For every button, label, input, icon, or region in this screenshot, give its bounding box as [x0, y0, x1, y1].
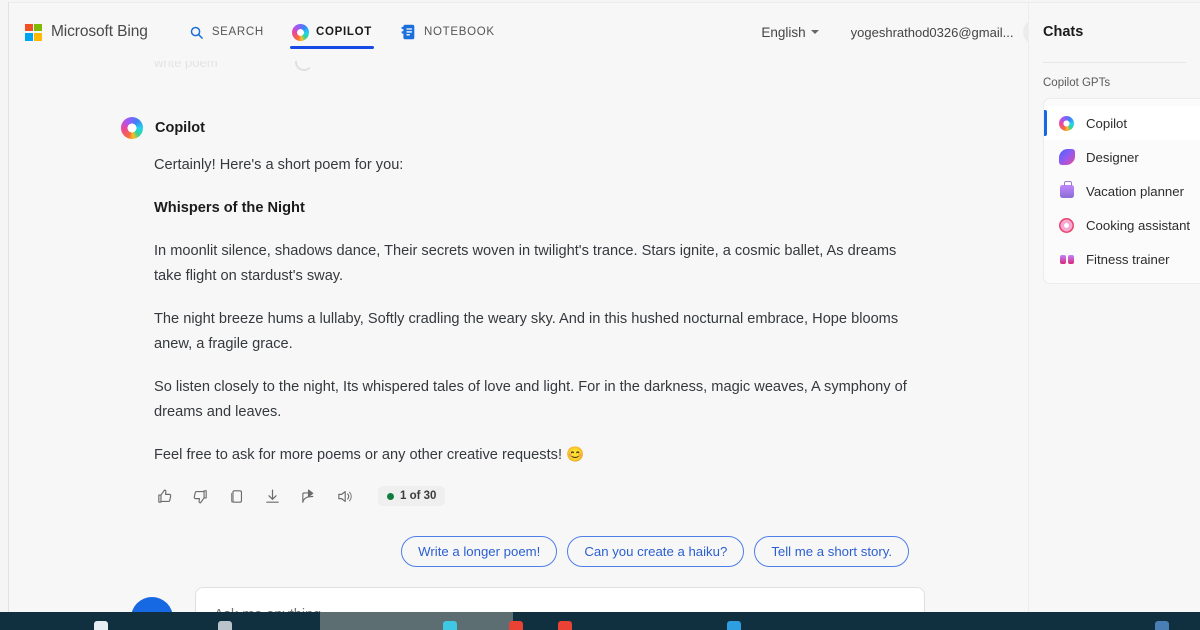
brand-label: Microsoft Bing — [51, 23, 148, 40]
account-email[interactable]: yogeshrathod0326@gmail... — [851, 25, 1014, 40]
right-sidebar: Chats Copilot GPTs Copilot Designer Vaca… — [1028, 3, 1200, 612]
tab-search-label: SEARCH — [211, 26, 264, 38]
taskbar-icon[interactable] — [509, 621, 523, 630]
chevron-down-icon — [810, 30, 819, 34]
message-author: Copilot — [155, 120, 205, 136]
sidebar-item-cooking-assistant[interactable]: Cooking assistant — [1044, 208, 1200, 242]
os-taskbar[interactable] — [0, 612, 1200, 630]
message-paragraph: Certainly! Here's a short poem for you: — [154, 157, 404, 173]
language-label: English — [761, 24, 806, 40]
notebook-icon — [400, 24, 417, 41]
sidebar-item-designer[interactable]: Designer — [1044, 140, 1200, 174]
tab-notebook[interactable]: NOTEBOOK — [386, 3, 509, 61]
nav-tabs: SEARCH COPILOT NOTEBOOK — [174, 3, 509, 61]
taskbar-icon[interactable] — [443, 621, 457, 630]
copilot-icon — [291, 23, 309, 41]
turn-counter-label: 1 of 30 — [400, 490, 437, 502]
tab-notebook-label: NOTEBOOK — [423, 26, 495, 38]
sidebar-item-label: Vacation planner — [1086, 183, 1184, 199]
microsoft-logo-icon — [25, 23, 42, 41]
sidebar-item-fitness-trainer[interactable]: Fitness trainer — [1044, 242, 1200, 276]
suggestion-chip-1[interactable]: Write a longer poem! — [401, 536, 558, 567]
tab-copilot-label: COPILOT — [315, 26, 372, 38]
assistant-message: Copilot Certainly! Here's a short poem f… — [9, 117, 1029, 506]
screen: Microsoft Bing SEARCH COPILOT NOTEBOOK E… — [0, 0, 1200, 630]
share-icon[interactable] — [298, 486, 318, 506]
tab-copilot[interactable]: COPILOT — [278, 3, 386, 61]
taskbar-icon[interactable] — [1155, 621, 1169, 630]
bing-brand[interactable]: Microsoft Bing — [25, 23, 148, 41]
message-paragraph: Feel free to ask for more poems or any o… — [154, 447, 585, 463]
turn-counter-badge[interactable]: 1 of 30 — [378, 486, 446, 506]
speaker-icon[interactable] — [334, 486, 354, 506]
donut-icon — [1058, 217, 1075, 234]
sidebar-section-label: Copilot GPTs — [1043, 77, 1111, 89]
new-topic-icon[interactable] — [131, 597, 173, 612]
fitness-icon — [1058, 251, 1075, 268]
poem-title: Whispers of the Night — [154, 200, 305, 216]
sidebar-title: Chats — [1043, 24, 1084, 40]
message-paragraph: The night breeze hums a lullaby, Softly … — [154, 311, 899, 352]
taskbar-icon[interactable] — [727, 621, 741, 630]
app-header: Microsoft Bing SEARCH COPILOT NOTEBOOK E… — [9, 3, 1200, 61]
scrollback-faded-text: write poem — [154, 61, 218, 70]
message-paragraph: So listen closely to the night, Its whis… — [154, 379, 907, 420]
chat-input-box[interactable]: Ask me anything... — [195, 587, 925, 612]
taskbar-icon[interactable] — [218, 621, 232, 630]
sidebar-item-vacation-planner[interactable]: Vacation planner — [1044, 174, 1200, 208]
sidebar-item-label: Fitness trainer — [1086, 251, 1170, 267]
sidebar-divider — [1043, 62, 1186, 63]
designer-icon — [1058, 149, 1075, 166]
thumbs-up-icon[interactable] — [154, 486, 174, 506]
tab-search[interactable]: SEARCH — [174, 3, 278, 61]
language-selector[interactable]: English — [751, 19, 828, 46]
taskbar-active-window[interactable] — [320, 612, 513, 630]
taskbar-icon[interactable] — [558, 621, 572, 630]
thumbs-down-icon[interactable] — [190, 486, 210, 506]
status-dot-icon — [387, 492, 394, 500]
chat-area: write poem Copilot Certainly! Here's a s… — [9, 61, 1029, 612]
sidebar-item-label: Cooking assistant — [1086, 217, 1191, 233]
copilot-gpts-list: Copilot Designer Vacation planner Cookin… — [1043, 98, 1200, 284]
copilot-icon — [1058, 115, 1075, 132]
download-icon[interactable] — [262, 486, 282, 506]
account-cluster[interactable]: yogeshrathod0326@gmail... — [851, 19, 1050, 45]
sidebar-item-label: Designer — [1086, 149, 1139, 165]
taskbar-icon[interactable] — [94, 621, 108, 630]
browser-page: Microsoft Bing SEARCH COPILOT NOTEBOOK E… — [8, 2, 1200, 612]
copilot-icon — [121, 117, 143, 139]
sidebar-item-label: Copilot — [1086, 115, 1128, 131]
message-body: Certainly! Here's a short poem for you: … — [154, 153, 919, 468]
copy-icon[interactable] — [226, 486, 246, 506]
suggestion-chip-2[interactable]: Can you create a haiku? — [567, 536, 745, 567]
composer: Ask me anything... — [9, 579, 1029, 612]
message-actions: 1 of 30 — [154, 486, 1029, 506]
suggestion-chip-3[interactable]: Tell me a short story. — [754, 536, 909, 567]
message-header: Copilot — [121, 117, 1029, 139]
message-paragraph: In moonlit silence, shadows dance, Their… — [154, 243, 897, 284]
suggestion-chips: Write a longer poem! Can you create a ha… — [9, 536, 1029, 567]
search-icon — [188, 24, 205, 41]
suitcase-icon — [1058, 181, 1075, 200]
sidebar-item-copilot[interactable]: Copilot — [1044, 106, 1200, 140]
